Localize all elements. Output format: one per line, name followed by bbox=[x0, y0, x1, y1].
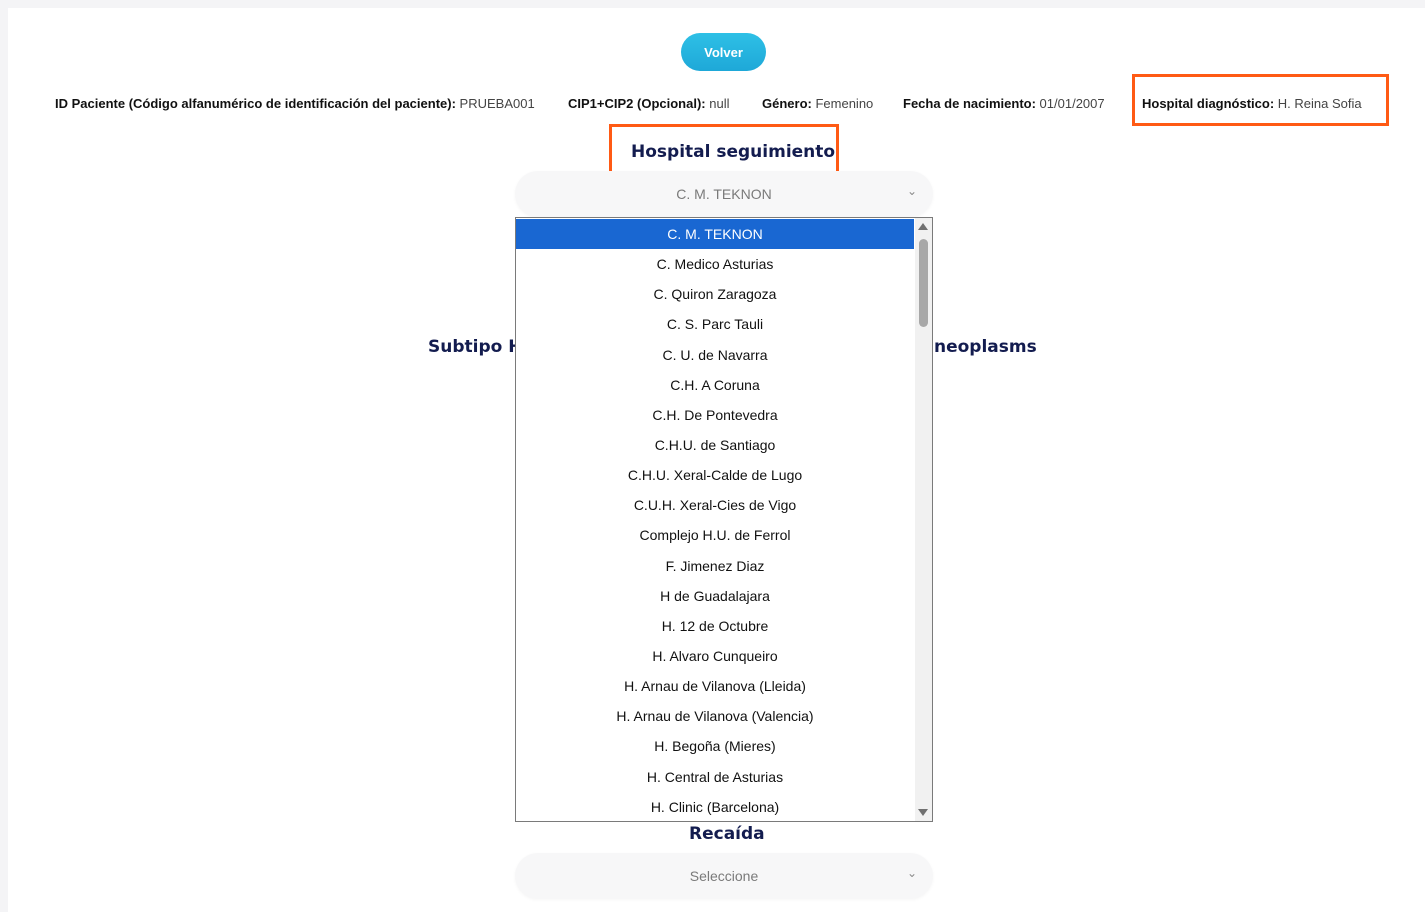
follow-up-hospital-dropdown[interactable]: C. M. TEKNON C. Medico Asturias C. Quiron … bbox=[515, 217, 933, 822]
hospital-option[interactable]: Complejo H.U. de Ferrol bbox=[516, 520, 914, 550]
hospital-option[interactable]: H. Arnau de Vilanova (Lleida) bbox=[516, 671, 914, 701]
hospital-option[interactable]: C. U. de Navarra bbox=[516, 340, 914, 370]
relapse-title: Recaída bbox=[689, 824, 765, 844]
gender-label: Género: bbox=[762, 96, 812, 111]
patient-gender: Género: Femenino bbox=[762, 96, 873, 111]
patient-dob: Fecha de nacimiento: 01/01/2007 bbox=[903, 96, 1105, 111]
scroll-thumb[interactable] bbox=[919, 239, 928, 327]
relapse-select[interactable]: Seleccione ⌄ bbox=[515, 853, 933, 899]
patient-id: ID Paciente (Código alfanumérico de iden… bbox=[55, 96, 535, 111]
hospital-option[interactable]: C. S. Parc Tauli bbox=[516, 309, 914, 339]
hospital-option[interactable]: H. 12 de Octubre bbox=[516, 611, 914, 641]
chevron-down-icon: ⌄ bbox=[906, 866, 917, 880]
hospital-option[interactable]: F. Jimenez Diaz bbox=[516, 551, 914, 581]
hospital-option[interactable]: H. Alvaro Cunqueiro bbox=[516, 641, 914, 671]
hospital-option[interactable]: H. Central de Asturias bbox=[516, 762, 914, 792]
follow-up-selected-value: C. M. TEKNON bbox=[676, 186, 772, 202]
hospital-option[interactable]: C.H. De Pontevedra bbox=[516, 400, 914, 430]
gender-value: Femenino bbox=[815, 96, 874, 111]
follow-up-hospital-select[interactable]: C. M. TEKNON ⌄ bbox=[515, 171, 933, 217]
scroll-up-arrow-icon[interactable] bbox=[918, 223, 928, 230]
hospital-option[interactable]: H de Guadalajara bbox=[516, 581, 914, 611]
hospital-option[interactable]: H. Begoña (Mieres) bbox=[516, 731, 914, 761]
patient-id-value: PRUEBA001 bbox=[459, 96, 535, 111]
hospital-option[interactable]: C.H.U. Xeral-Calde de Lugo bbox=[516, 460, 914, 490]
hospital-option[interactable]: C. Quiron Zaragoza bbox=[516, 279, 914, 309]
back-button[interactable]: Volver bbox=[681, 33, 766, 71]
subtype-title-left: Subtipo H bbox=[428, 337, 523, 357]
patient-id-label: ID Paciente (Código alfanumérico de iden… bbox=[55, 96, 456, 111]
dropdown-scrollbar[interactable] bbox=[915, 218, 932, 821]
cip-label: CIP1+CIP2 (Opcional): bbox=[568, 96, 706, 111]
hospital-option[interactable]: C. Medico Asturias bbox=[516, 249, 914, 279]
chevron-down-icon: ⌄ bbox=[906, 184, 917, 198]
dob-value: 01/01/2007 bbox=[1039, 96, 1105, 111]
hospital-option[interactable]: H. Clinic (Barcelona) bbox=[516, 792, 914, 821]
hospital-option[interactable]: C.H. A Coruna bbox=[516, 370, 914, 400]
subtype-title-right: neoplasms bbox=[934, 337, 1037, 357]
scroll-down-arrow-icon[interactable] bbox=[918, 809, 928, 816]
hospital-option[interactable]: C. M. TEKNON bbox=[516, 219, 914, 250]
relapse-placeholder: Seleccione bbox=[689, 868, 759, 884]
hospital-option[interactable]: C.U.H. Xeral-Cies de Vigo bbox=[516, 490, 914, 520]
option-list: C. M. TEKNON C. Medico Asturias C. Quiron … bbox=[516, 219, 914, 821]
hospital-option[interactable]: H. Arnau de Vilanova (Valencia) bbox=[516, 701, 914, 731]
cip-value: null bbox=[709, 96, 730, 111]
patient-cip: CIP1+CIP2 (Opcional): null bbox=[568, 96, 730, 111]
follow-up-title-highlight bbox=[609, 124, 839, 176]
hospital-diagnosis-highlight bbox=[1132, 74, 1389, 126]
dob-label: Fecha de nacimiento: bbox=[903, 96, 1036, 111]
hospital-option[interactable]: C.H.U. de Santiago bbox=[516, 430, 914, 460]
